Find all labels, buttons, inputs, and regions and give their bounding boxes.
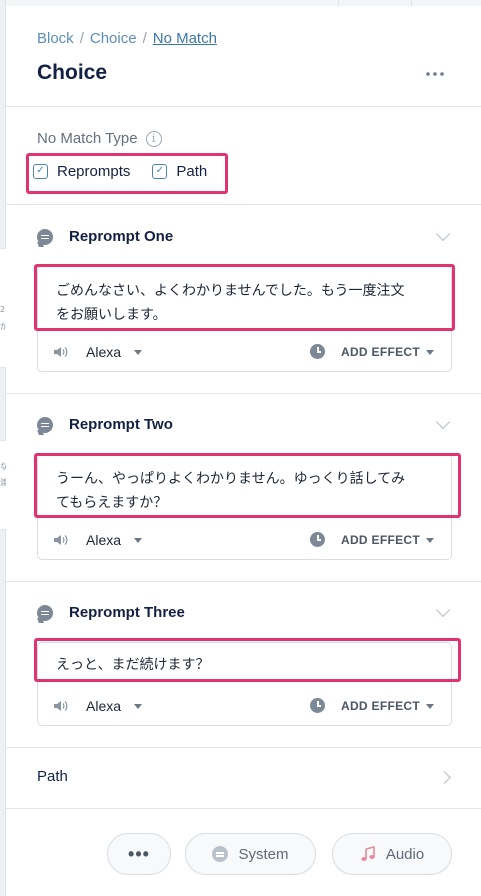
add-effect-button[interactable]: ADD EFFECT [341,345,420,359]
more-steps-button[interactable]: ••• [107,833,171,875]
clock-icon [310,344,325,359]
chat-bubble-icon [37,604,53,621]
clock-icon [310,698,325,713]
audio-button[interactable]: Audio [332,833,452,875]
path-row[interactable]: Path [37,768,68,785]
page-title: Choice [37,61,108,84]
speaker-icon [54,347,68,357]
reprompt-one-footer: Alexa ADD EFFECT [38,334,451,371]
section-divider [6,393,481,394]
info-icon[interactable]: i [145,130,162,147]
audio-button-label: Audio [385,845,425,863]
caret-down-icon[interactable] [134,704,142,709]
breadcrumb-separator: / [79,30,84,47]
speaker-icon [54,701,68,711]
chat-bubble-icon [37,416,53,433]
chevron-down-icon[interactable] [435,414,451,430]
chevron-down-icon[interactable] [435,226,451,242]
breadcrumb-no-match-link[interactable]: No Match [153,30,217,47]
no-match-type-text: No Match Type [37,130,138,147]
caret-down-icon[interactable] [134,538,142,543]
annotation-highlight [34,264,455,331]
path-checkbox-label: Path [176,162,208,180]
chevron-right-icon[interactable] [438,771,451,784]
system-button[interactable]: System [185,833,316,875]
more-horizontal-icon: ••• [128,844,150,864]
add-effect-button[interactable]: ADD EFFECT [341,533,420,547]
reprompt-one-header[interactable]: Reprompt One [37,228,173,245]
reprompt-three-header[interactable]: Reprompt Three [37,604,185,621]
reprompt-two-footer: Alexa ADD EFFECT [38,522,451,559]
reprompts-checkbox-label: Reprompts [57,162,131,180]
breadcrumb-choice-link[interactable]: Choice [90,30,137,47]
caret-down-icon[interactable] [134,350,142,355]
checkmark-icon: ✓ [33,163,48,179]
reprompt-one-title: Reprompt One [69,228,174,245]
section-divider [6,808,481,809]
chevron-down-icon[interactable] [435,602,451,618]
music-note-icon [361,846,375,861]
more-options-button[interactable] [420,64,450,84]
caret-down-icon[interactable] [426,538,434,543]
canvas-card-text: 2 [0,305,6,314]
breadcrumb-block-link[interactable]: Block [37,30,74,47]
breadcrumb: Block / Choice / No Match [37,30,217,47]
annotation-highlight [34,453,461,518]
reprompt-two-header[interactable]: Reprompt Two [37,416,173,433]
section-divider [6,106,481,107]
voice-select[interactable]: Alexa [86,344,121,360]
voice-select[interactable]: Alexa [86,698,121,714]
caret-down-icon[interactable] [426,350,434,355]
no-match-type-label: No Match Type i [37,130,162,147]
voice-select[interactable]: Alexa [86,532,121,548]
annotation-highlight [34,638,461,682]
section-divider [6,204,481,205]
editor-panel: Block / Choice / No Match Choice No Matc… [6,6,481,896]
breadcrumb-separator: / [142,30,147,47]
system-button-label: System [238,845,289,863]
no-match-type-options: ✓ Reprompts ✓ Path [33,158,229,184]
chat-bubble-icon [37,228,53,245]
reprompt-three-title: Reprompt Three [69,604,185,621]
clock-icon [310,532,325,547]
section-divider [6,747,481,748]
reprompts-checkbox[interactable]: ✓ Reprompts [33,163,130,180]
more-horizontal-icon [426,72,444,76]
reprompt-two-title: Reprompt Two [69,416,173,433]
caret-down-icon[interactable] [426,704,434,709]
path-checkbox[interactable]: ✓ Path [152,163,207,180]
add-effect-button[interactable]: ADD EFFECT [341,699,420,713]
speaker-icon [54,535,68,545]
reprompt-three-footer: Alexa ADD EFFECT [38,688,451,725]
chat-bubble-icon [212,846,229,862]
checkmark-icon: ✓ [152,163,168,179]
section-divider [6,581,481,582]
